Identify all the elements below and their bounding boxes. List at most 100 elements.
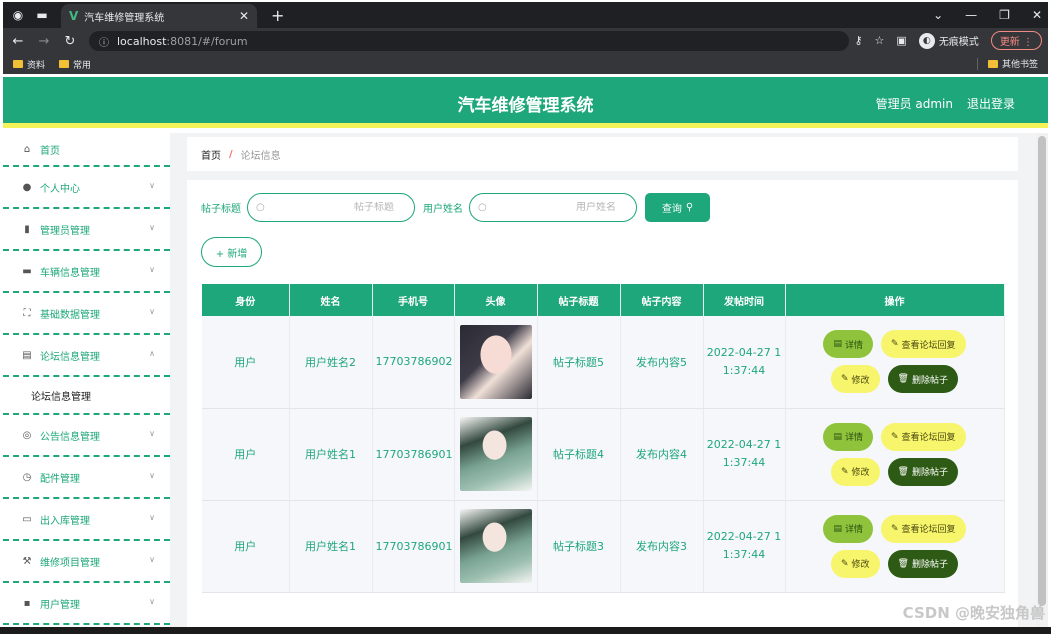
table-row: 用户 用户姓名1 17703786901 帖子标题4 发布内容4 2022-04… bbox=[202, 408, 1005, 501]
detail-button[interactable]: ▤ 详情 bbox=[823, 330, 873, 359]
chevron-down-icon: ∨ bbox=[149, 223, 155, 232]
update-button[interactable]: 更新 ⋮ bbox=[990, 31, 1042, 50]
chevron-down-icon: ∨ bbox=[149, 597, 155, 606]
edit-button[interactable]: ✎ 修改 bbox=[830, 365, 880, 394]
column-header-post-content: 帖子内容 bbox=[620, 284, 704, 316]
edit-label: 修改 bbox=[851, 468, 870, 478]
chevron-down-icon: ∨ bbox=[149, 513, 155, 522]
cell-actions: ▤ 详情 ✎ 查看论坛回复 ✎ 修改 🗑 删除帖子 bbox=[785, 316, 1005, 409]
incognito-indicator[interactable]: ◐ 无痕模式 bbox=[918, 32, 979, 49]
sidebar-item-vehicles[interactable]: ▬ 车辆信息管理 ∨ bbox=[3, 251, 170, 293]
chrome-icon[interactable]: ◉ bbox=[9, 6, 27, 24]
cell-name: 用户姓名1 bbox=[289, 408, 373, 501]
breadcrumb: 首页 / 论坛信息 bbox=[187, 137, 1018, 171]
folder-icon bbox=[987, 59, 998, 68]
restore-button[interactable]: ❐ bbox=[999, 8, 1010, 22]
sidebar-subitem-label: 论坛信息管理 bbox=[31, 391, 91, 403]
new-tab-button[interactable]: + bbox=[271, 6, 284, 25]
sidebar: ⌂ 首页 ● 个人中心 ∨ ▮ 管理员管理 ∨ ▬ 车辆信息管理 ∨ ⛶ 基础数… bbox=[3, 133, 170, 627]
vue-logo-icon: V bbox=[69, 9, 79, 23]
sidebar-item-inventory[interactable]: ▭ 出入库管理 ∨ bbox=[3, 499, 170, 541]
other-bookmarks[interactable]: 其他书签 bbox=[987, 57, 1038, 70]
sidebar-item-forum[interactable]: ▤ 论坛信息管理 ∧ bbox=[3, 335, 170, 377]
compass-icon: ◎ bbox=[22, 429, 32, 441]
sidebar-item-basic-data[interactable]: ⛶ 基础数据管理 ∨ bbox=[3, 293, 170, 335]
delete-button[interactable]: 🗑 删除帖子 bbox=[887, 365, 958, 394]
forum-table: 身份 姓名 手机号 头像 帖子标题 帖子内容 发帖时间 操作 用户 用户姓名2 … bbox=[202, 284, 1005, 593]
breadcrumb-separator: / bbox=[229, 148, 233, 160]
cell-post-content: 发布内容5 bbox=[620, 316, 704, 409]
view-replies-button[interactable]: ✎ 查看论坛回复 bbox=[880, 330, 966, 359]
table-row: 用户 用户姓名1 17703786901 帖子标题3 发布内容3 2022-04… bbox=[202, 500, 1005, 593]
query-button[interactable]: 查询 ⚲ bbox=[645, 193, 710, 222]
sidebar-subitem-forum-manage[interactable]: 论坛信息管理 bbox=[3, 377, 170, 415]
pencil-icon: ✎ bbox=[890, 431, 899, 442]
key-icon[interactable]: ⚷ bbox=[854, 34, 862, 47]
edit-button[interactable]: ✎ 修改 bbox=[830, 549, 880, 578]
view-replies-button[interactable]: ✎ 查看论坛回复 bbox=[880, 422, 966, 451]
chevron-down-icon[interactable]: ⌄ bbox=[933, 8, 943, 22]
sidebar-item-notices[interactable]: ◎ 公告信息管理 ∨ bbox=[3, 415, 170, 457]
post-title-input[interactable] bbox=[264, 202, 394, 213]
post-title-input-wrapper[interactable]: ○ bbox=[247, 193, 415, 222]
user-name-input[interactable] bbox=[486, 202, 616, 213]
add-button[interactable]: + 新增 bbox=[201, 237, 262, 267]
close-icon[interactable]: ✕ bbox=[239, 9, 249, 23]
sidebar-item-label: 论坛信息管理 bbox=[40, 351, 100, 363]
page-scrollbar[interactable] bbox=[1036, 133, 1048, 627]
cell-post-title: 帖子标题4 bbox=[537, 408, 621, 501]
cell-role: 用户 bbox=[202, 316, 290, 409]
pencil-icon: ✎ bbox=[840, 374, 849, 385]
logout-link[interactable]: 退出登录 bbox=[967, 95, 1015, 112]
star-icon[interactable]: ☆ bbox=[875, 34, 885, 47]
tab-search-icon[interactable]: ▬ bbox=[33, 6, 51, 24]
cell-post-content: 发布内容3 bbox=[620, 500, 704, 593]
sidebar-item-profile[interactable]: ● 个人中心 ∨ bbox=[3, 167, 170, 209]
sidebar-item-label: 首页 bbox=[40, 145, 60, 157]
edit-button[interactable]: ✎ 修改 bbox=[830, 457, 880, 486]
reload-button[interactable]: ↻ bbox=[59, 34, 81, 49]
sidebar-item-users[interactable]: ▪ 用户管理 ∨ bbox=[3, 583, 170, 625]
sidebar-item-label: 管理员管理 bbox=[40, 225, 90, 237]
current-user: 管理员 admin bbox=[875, 97, 953, 111]
breadcrumb-home[interactable]: 首页 bbox=[201, 147, 221, 162]
breadcrumb-current: 论坛信息 bbox=[240, 150, 281, 162]
forward-button[interactable]: → bbox=[33, 34, 55, 49]
browser-tab[interactable]: V 汽车维修管理系统 ✕ bbox=[61, 4, 257, 28]
column-header-name: 姓名 bbox=[289, 284, 373, 316]
detail-button[interactable]: ▤ 详情 bbox=[823, 422, 873, 451]
bar-chart-icon: ▮ bbox=[24, 223, 30, 235]
delete-button[interactable]: 🗑 删除帖子 bbox=[887, 457, 958, 486]
info-icon[interactable]: ⓘ bbox=[99, 34, 109, 49]
wrench-icon: ⚒ bbox=[22, 555, 32, 567]
search-icon: ○ bbox=[256, 202, 265, 213]
scrollbar-thumb[interactable] bbox=[1038, 136, 1046, 606]
minimize-button[interactable]: — bbox=[965, 8, 977, 22]
close-window-button[interactable]: ✕ bbox=[1032, 8, 1042, 22]
pencil-icon: ✎ bbox=[890, 339, 899, 350]
sidepanel-icon[interactable]: ▣ bbox=[896, 34, 906, 47]
detail-button[interactable]: ▤ 详情 bbox=[823, 514, 873, 543]
column-header-phone: 手机号 bbox=[372, 284, 455, 316]
sidebar-item-repair[interactable]: ⚒ 维修项目管理 ∨ bbox=[3, 541, 170, 583]
user-name-input-wrapper[interactable]: ○ bbox=[469, 193, 637, 222]
sidebar-item-label: 公告信息管理 bbox=[40, 431, 100, 443]
sidebar-item-parts[interactable]: ◷ 配件管理 ∨ bbox=[3, 457, 170, 499]
cell-post-time: 2022-04-27 1 1:37:44 bbox=[703, 316, 786, 409]
delete-label: 删除帖子 bbox=[911, 560, 948, 570]
back-button[interactable]: ← bbox=[7, 34, 29, 49]
bookmark-folder-2[interactable]: 常用 bbox=[59, 58, 91, 71]
column-header-post-time: 发帖时间 bbox=[703, 284, 786, 316]
delete-button[interactable]: 🗑 删除帖子 bbox=[887, 549, 958, 578]
document-icon: ▤ bbox=[833, 339, 842, 350]
bookmark-folder-1[interactable]: 资料 bbox=[13, 58, 45, 71]
sidebar-item-home[interactable]: ⌂ 首页 bbox=[3, 133, 170, 167]
cell-avatar bbox=[454, 500, 538, 593]
view-replies-button[interactable]: ✎ 查看论坛回复 bbox=[880, 514, 966, 543]
sidebar-item-admins[interactable]: ▮ 管理员管理 ∨ bbox=[3, 209, 170, 251]
url-field[interactable]: ⓘ localhost :8081/#/forum bbox=[89, 31, 849, 51]
edit-label: 修改 bbox=[851, 375, 870, 386]
edit-label: 修改 bbox=[851, 560, 870, 570]
time-line-1: 2022-04-27 1 bbox=[706, 530, 782, 543]
app-header: 汽车维修管理系统 管理员 admin 退出登录 bbox=[3, 77, 1048, 128]
